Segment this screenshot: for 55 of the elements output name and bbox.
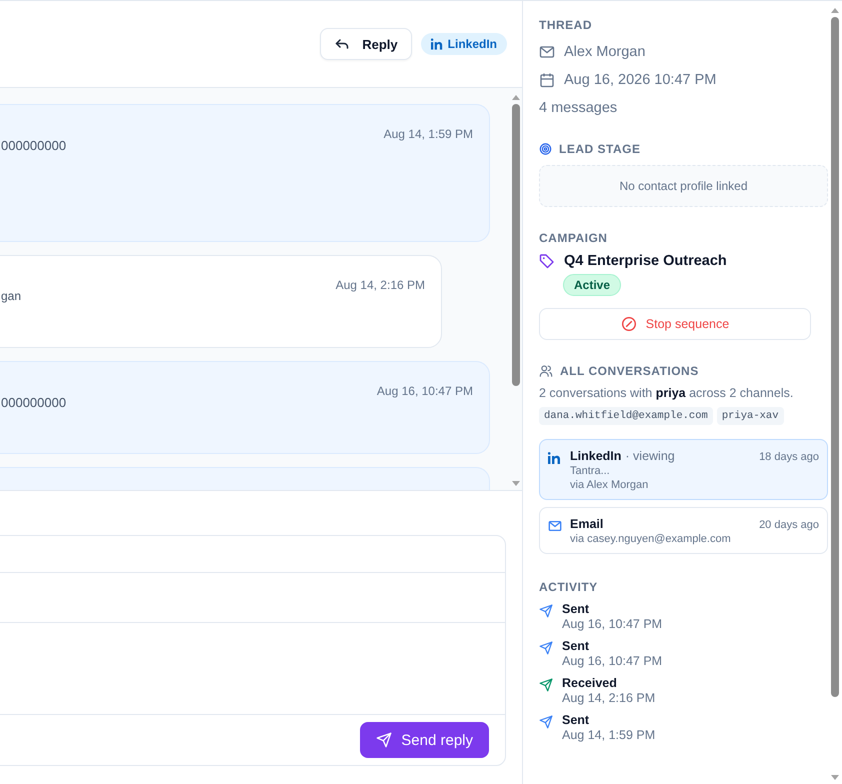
reply-button[interactable]: Reply [320,28,412,60]
activity-time: Aug 16, 10:47 PM [562,617,662,631]
target-icon [539,143,552,155]
activity-time: Aug 14, 1:59 PM [562,728,656,742]
channel-name: Email [570,517,604,531]
send-reply-button[interactable]: Send reply [360,722,489,758]
ban-icon [620,316,637,332]
thread-date: Aug 16, 2026 10:47 PM [564,72,716,88]
section-title: LEAD STAGE [559,142,640,156]
conversation-summary: 2 conversations with priya across 2 channels. [539,386,794,400]
message-text: 000000000 [1,138,66,153]
paper-plane-icon [376,732,392,748]
handle-chip: dana.whitfield@example.com [539,407,713,425]
sent-icon [539,604,553,618]
received-icon [539,678,553,692]
message-text: 000000000 [1,395,66,410]
activity-time: Aug 14, 2:16 PM [562,691,656,705]
stop-sequence-button[interactable]: Stop sequence [539,308,811,340]
sent-icon [539,641,553,655]
message-count: 4 messages [539,100,618,116]
campaign-name: Q4 Enterprise Outreach [564,253,727,269]
message-time: Aug 16, 10:47 PM [376,384,473,398]
channel-name: LinkedIn [570,449,622,463]
conversation-age: 20 days ago [759,519,819,531]
mail-icon [539,44,555,60]
tag-icon [539,253,555,269]
activity-label: Sent [562,639,590,653]
message-text: gan [1,289,22,303]
status-badge: Active [563,274,622,296]
section-title: ALL CONVERSATIONS [560,364,699,378]
conversation-card[interactable]: LinkedIn · viewing 18 days ago Tantra... via Alex Morgan [539,439,828,500]
handle-chip: priya-xav [716,407,784,425]
message-time: Aug 14, 2:16 PM [336,278,425,292]
thread-sender: Alex Morgan [564,44,646,60]
conversation-card[interactable]: Email 20 days ago via casey.nguyen@example.com [539,507,828,554]
section-title: CAMPAIGN [539,231,608,245]
section-title: THREAD [539,18,593,32]
message-time: Aug 14, 1:59 PM [384,127,473,141]
mail-icon [548,519,562,533]
via-text: via Alex Morgan [570,479,650,491]
activity-label: Sent [562,713,590,727]
empty-state-text: No contact profile linked [619,179,748,193]
linkedin-icon [548,451,562,465]
viewing-note: · viewing [625,449,675,463]
via-text: via casey.nguyen@example.com [570,533,732,545]
activity-label: Received [562,676,618,690]
message-preview: Tantra... [570,465,611,477]
activity-label: Sent [562,602,590,616]
activity-time: Aug 16, 10:47 PM [562,654,662,668]
channel-badge: LinkedIn [420,33,507,55]
sent-icon [539,715,553,729]
users-icon [539,364,553,378]
calendar-icon [539,72,555,88]
section-title: ACTIVITY [539,580,599,594]
conversation-age: 18 days ago [759,451,819,463]
